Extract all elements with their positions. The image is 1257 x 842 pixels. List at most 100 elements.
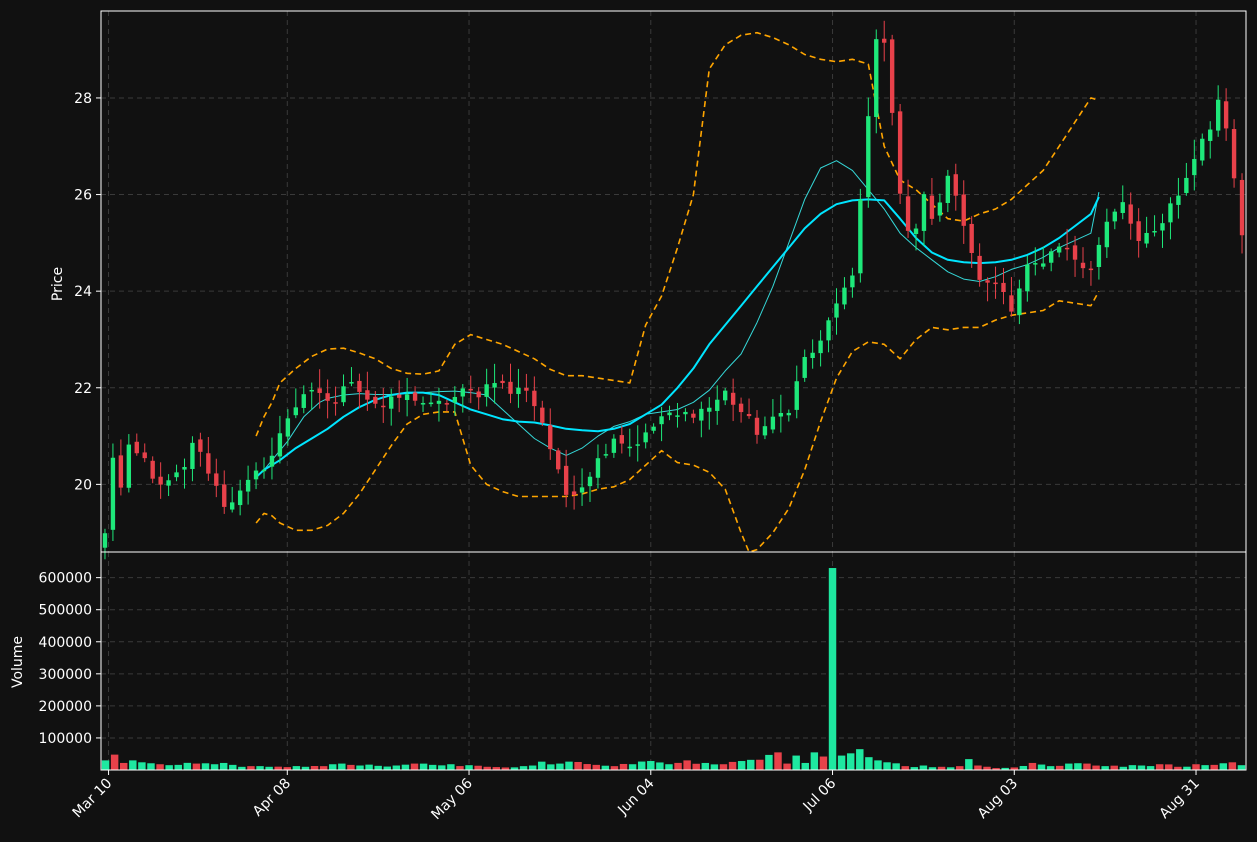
candle-body (1104, 221, 1110, 248)
volume-bar (519, 766, 528, 770)
candle-body (858, 199, 863, 274)
candle-body (190, 442, 195, 469)
candle-body (428, 402, 434, 405)
candle-body (1176, 195, 1181, 205)
volume-bar (856, 749, 864, 770)
candle-body (1184, 177, 1189, 194)
volume-bar (465, 765, 473, 770)
volume-bar (1065, 763, 1073, 770)
candle-body (826, 320, 831, 341)
volume-bar (374, 765, 382, 770)
candle-body (110, 457, 116, 530)
volume-bar (538, 761, 546, 770)
candle-body (1096, 244, 1102, 268)
price-tick-label: 26 (74, 188, 92, 204)
volume-bar (292, 766, 301, 770)
volume-bar (601, 765, 610, 770)
candle-body (993, 282, 998, 285)
volume-bar (819, 756, 828, 770)
candle-body (452, 396, 458, 403)
candle-body (1056, 246, 1062, 253)
candle-body (285, 418, 291, 437)
volume-bar (383, 766, 391, 770)
volume-bar (101, 760, 110, 770)
volume-bar (846, 753, 855, 770)
candle-body (317, 388, 322, 393)
volume-bar (901, 766, 909, 770)
volume-bar (810, 752, 819, 770)
candle-body (548, 425, 553, 450)
candle-body (1064, 247, 1070, 250)
volume-bar (1219, 763, 1228, 770)
volume-bar (1110, 765, 1118, 770)
volume-bar (583, 764, 591, 770)
candle-body (905, 196, 911, 231)
candle-body (1128, 204, 1133, 224)
candle-body (1215, 99, 1221, 131)
stock-chart: 20 22 24 26 28 Price 100000 200000 300000 40000… (0, 0, 1257, 842)
volume-bar (338, 763, 346, 770)
volume-bar (1083, 763, 1091, 770)
candle-body (985, 280, 990, 283)
volume-bar (974, 765, 982, 770)
candle-body (412, 392, 418, 401)
candle-body (850, 275, 855, 288)
candle-body (524, 387, 529, 391)
volume-bar (1092, 765, 1100, 770)
volume-bar (883, 762, 891, 770)
candle-body (579, 487, 585, 493)
candle-body (1120, 202, 1125, 213)
price-tick-label: 22 (74, 381, 92, 397)
candle-body (1231, 129, 1237, 179)
candle-body (659, 416, 664, 425)
candle-body (627, 446, 632, 449)
volume-bar (837, 755, 846, 770)
candle-body (1192, 159, 1197, 176)
volume-bar (156, 764, 164, 770)
candle-body (977, 255, 982, 280)
volume-bar (165, 765, 173, 770)
candle-body (595, 458, 601, 478)
candle-body (1160, 223, 1165, 231)
volume-bar (565, 761, 573, 770)
volume-bar (1201, 765, 1209, 770)
volume-bar (192, 763, 201, 770)
volume-bar (792, 755, 800, 770)
volume-bar (1037, 764, 1046, 770)
volume-bar (774, 752, 782, 770)
candle-body (134, 441, 139, 454)
candle-body (715, 399, 720, 411)
volume-bar (329, 764, 337, 770)
candle-body (945, 175, 951, 203)
volume-bar (656, 762, 664, 770)
candle-body (341, 386, 346, 403)
candle-body (1136, 221, 1141, 241)
candle-body (897, 111, 903, 194)
candle-body (810, 352, 815, 359)
candle-body (389, 396, 394, 409)
volume-bar (701, 762, 710, 770)
volume-bar (1237, 765, 1246, 770)
candle-body (301, 394, 306, 408)
candle-body (913, 228, 919, 234)
candle-body (468, 388, 473, 391)
volume-tick-label: 300000 (39, 667, 92, 683)
chart-canvas: 20 22 24 26 28 Price 100000 200000 300000 40000… (0, 0, 1257, 842)
candle-body (1088, 268, 1094, 271)
candle-body (245, 479, 251, 492)
candle-body (373, 396, 378, 404)
volume-bar (147, 763, 155, 770)
candle-body (953, 174, 958, 196)
candle-body (675, 415, 680, 417)
candle-body (786, 412, 791, 416)
volume-bar (756, 759, 764, 770)
candle-body (198, 439, 203, 452)
candle-body (484, 384, 489, 397)
volume-bar (801, 762, 809, 770)
volume-bar (674, 762, 682, 770)
candle-body (476, 391, 481, 398)
candle-body (142, 452, 147, 459)
candle-body (166, 480, 171, 486)
candle-body (365, 390, 370, 400)
candle-body (730, 392, 736, 405)
